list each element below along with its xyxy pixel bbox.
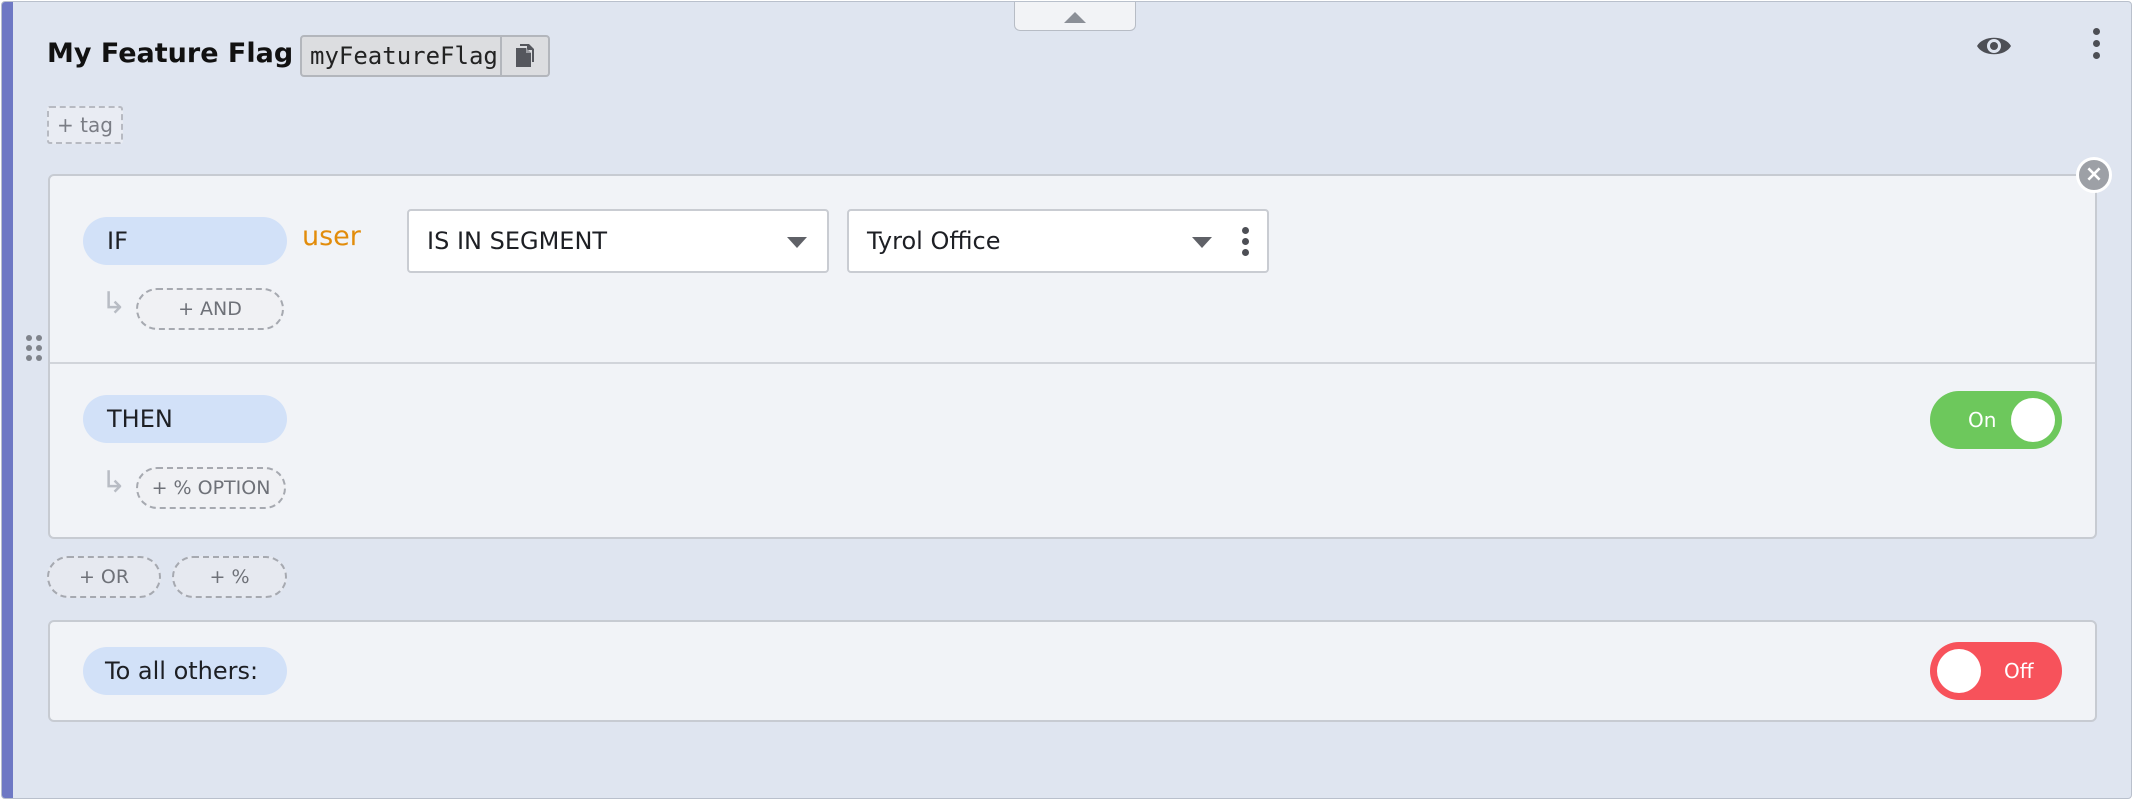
- default-rule: To all others: Off: [48, 620, 2097, 722]
- add-and-button[interactable]: + AND: [136, 288, 284, 330]
- flag-key: myFeatureFlag: [310, 42, 498, 70]
- if-pill: IF: [83, 217, 287, 265]
- to-all-others-pill: To all others:: [83, 647, 287, 695]
- subdirectory-arrow-icon: ↳: [101, 286, 127, 321]
- subdirectory-arrow-icon: ↳: [101, 465, 127, 500]
- caret-down-icon: [787, 237, 807, 248]
- then-pill: THEN: [83, 395, 287, 443]
- drag-handle-icon[interactable]: [26, 335, 42, 361]
- flag-key-box: myFeatureFlag: [300, 35, 550, 77]
- toggle-knob: [1937, 649, 1981, 693]
- segment-select[interactable]: Tyrol Office: [847, 209, 1269, 273]
- add-percent-option-button[interactable]: + % OPTION: [136, 467, 286, 509]
- more-vertical-icon[interactable]: [1238, 227, 1252, 259]
- caret-down-icon: [1192, 237, 1212, 248]
- rule-toggle[interactable]: On: [1930, 391, 2062, 449]
- add-or-button[interactable]: + OR: [47, 556, 161, 598]
- card-accent-bar: [2, 2, 13, 798]
- comparator-value: IS IN SEGMENT: [427, 227, 608, 255]
- toggle-label: On: [1968, 408, 1997, 432]
- copy-key-button[interactable]: [500, 37, 546, 75]
- targeting-rule: IF user IS IN SEGMENT Tyrol Office ↳ + A…: [48, 174, 2097, 539]
- toggle-knob: [2011, 398, 2055, 442]
- segment-value: Tyrol Office: [867, 227, 1001, 255]
- copy-icon: [516, 44, 534, 67]
- flag-title: My Feature Flag: [47, 38, 294, 69]
- rule-divider: [50, 362, 2095, 364]
- collapse-button[interactable]: [1014, 2, 1136, 31]
- default-rule-toggle[interactable]: Off: [1930, 642, 2062, 700]
- comparator-select[interactable]: IS IN SEGMENT: [407, 209, 829, 273]
- more-vertical-icon[interactable]: [2087, 28, 2105, 66]
- comparison-attribute[interactable]: user: [302, 220, 361, 254]
- eye-icon: [1977, 37, 2011, 55]
- toggle-label: Off: [2004, 659, 2034, 683]
- close-icon[interactable]: ×: [2076, 157, 2112, 193]
- add-tag-button[interactable]: + tag: [47, 106, 123, 144]
- add-percent-button[interactable]: + %: [172, 556, 287, 598]
- visibility-button[interactable]: [1975, 31, 2013, 61]
- feature-flag-card: My Feature Flag myFeatureFlag + tag IF u…: [1, 1, 2132, 799]
- chevron-up-icon: [1064, 12, 1086, 23]
